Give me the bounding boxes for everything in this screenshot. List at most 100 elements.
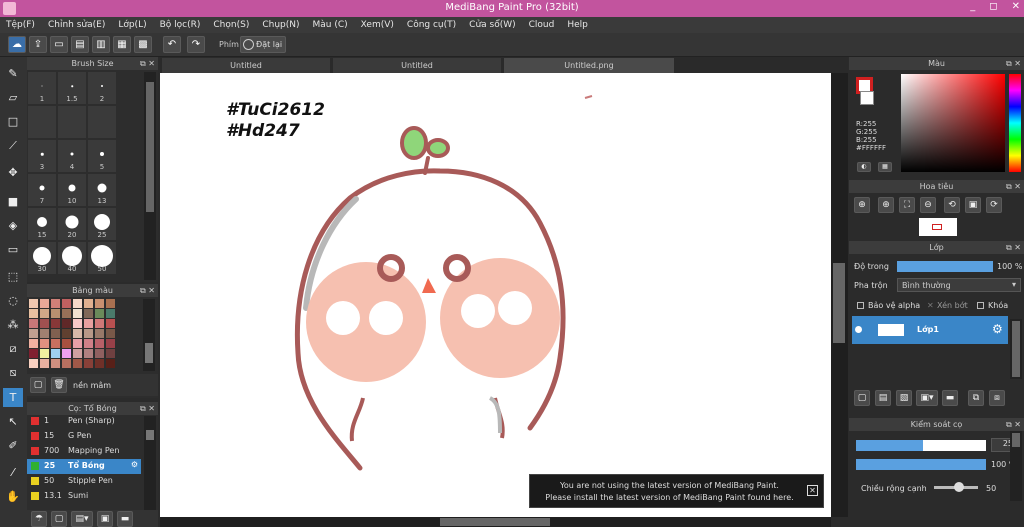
menu-snap[interactable]: Chụp(N) bbox=[262, 20, 299, 30]
brush-list-item[interactable]: 15 G Pen bbox=[27, 429, 141, 444]
brush-list-item[interactable]: 25 Tổ Bóng ⚙ bbox=[27, 459, 141, 474]
color-swatch[interactable] bbox=[62, 339, 71, 348]
brush-size-cell[interactable]: 3 bbox=[28, 140, 57, 173]
panel-close-icon[interactable]: ⧉ ✕ bbox=[1006, 241, 1021, 254]
panel-close-icon[interactable]: ⧉ ✕ bbox=[140, 402, 155, 415]
color-swatch[interactable] bbox=[29, 349, 38, 358]
trash-icon[interactable]: 🗑 bbox=[51, 377, 67, 393]
panel-close-icon[interactable]: ⧉ ✕ bbox=[1006, 180, 1021, 193]
panel-close-icon[interactable]: ⧉ ✕ bbox=[1006, 418, 1021, 431]
menu-tools[interactable]: Công cụ(T) bbox=[407, 20, 456, 30]
drawing-canvas[interactable]: #TuCi2612 #Hd247 bbox=[160, 73, 831, 517]
color-swatch[interactable] bbox=[95, 349, 104, 358]
layer-menu-icon[interactable]: ▣▾ bbox=[916, 390, 938, 406]
color-swatch[interactable] bbox=[40, 329, 49, 338]
rectangle-tool-icon[interactable]: □ bbox=[3, 112, 23, 131]
color-swatch[interactable] bbox=[84, 309, 93, 318]
cloud-icon[interactable]: ☁ bbox=[8, 36, 26, 53]
bucket-tool-icon[interactable]: ◈ bbox=[3, 216, 23, 235]
add-brush-icon[interactable]: ▢ bbox=[51, 511, 67, 527]
color-swatch[interactable] bbox=[106, 309, 115, 318]
navigator-preview[interactable] bbox=[919, 218, 957, 236]
canvas-horizontal-scrollbar[interactable] bbox=[160, 517, 831, 527]
color-swatch[interactable] bbox=[73, 359, 82, 368]
eyedropper-icon[interactable]: ⁄ bbox=[3, 463, 23, 482]
close-button[interactable]: ✕ bbox=[1012, 1, 1020, 12]
color-swatch[interactable] bbox=[106, 319, 115, 328]
fit-icon[interactable]: ⛶ bbox=[899, 197, 915, 213]
rotate-right-icon[interactable]: ⟳ bbox=[986, 197, 1002, 213]
eye-icon[interactable] bbox=[855, 326, 862, 333]
color-swatch[interactable] bbox=[62, 309, 71, 318]
maximize-button[interactable]: ◻ bbox=[989, 1, 997, 12]
color-swatch[interactable] bbox=[40, 319, 49, 328]
brush-size-cell[interactable]: 15 bbox=[28, 208, 57, 241]
color-swatch[interactable] bbox=[29, 329, 38, 338]
color-swatch[interactable] bbox=[106, 339, 115, 348]
canvas-vertical-scrollbar[interactable] bbox=[831, 73, 848, 517]
divide-tool-icon[interactable]: ✐ bbox=[3, 436, 23, 455]
brush-size-cell[interactable]: 7 bbox=[28, 174, 57, 207]
color-swatch[interactable] bbox=[62, 329, 71, 338]
brush-size-cell[interactable]: 50 bbox=[88, 242, 117, 275]
color-swatch[interactable] bbox=[40, 339, 49, 348]
brush-size-cell[interactable]: 25 bbox=[88, 208, 117, 241]
fill-shape-icon[interactable]: ■ bbox=[3, 192, 23, 211]
move-tool-icon[interactable]: ✥ bbox=[3, 163, 23, 182]
share-icon[interactable]: ⇪ bbox=[29, 36, 47, 53]
eraser-tool-icon[interactable]: ▱ bbox=[3, 88, 23, 107]
brush-tool-icon[interactable]: ✎ bbox=[3, 64, 23, 83]
brush-size-cell[interactable]: 20 bbox=[58, 208, 87, 241]
menu-window[interactable]: Cửa sổ(W) bbox=[469, 20, 515, 30]
color-swatch[interactable] bbox=[73, 349, 82, 358]
color-swatch[interactable] bbox=[40, 299, 49, 308]
brush-size-cell[interactable]: 1 bbox=[28, 72, 57, 105]
brush-size-cell[interactable]: 2 bbox=[88, 72, 117, 105]
gear-icon[interactable]: ⚙ bbox=[992, 322, 1003, 336]
menu-view[interactable]: Xem(V) bbox=[361, 20, 394, 30]
menu-filter[interactable]: Bộ lọc(R) bbox=[160, 20, 201, 30]
color-swatch[interactable] bbox=[73, 299, 82, 308]
merge-layer-icon[interactable]: ⧈ bbox=[989, 390, 1005, 406]
menu-select[interactable]: Chọn(S) bbox=[213, 20, 249, 30]
page-icon[interactable]: ▤ bbox=[71, 36, 89, 53]
brush-list-item[interactable]: 1 Pen (Sharp) bbox=[27, 414, 141, 429]
color-swatch[interactable] bbox=[73, 329, 82, 338]
update-notice[interactable]: You are not using the latest version of … bbox=[529, 474, 824, 508]
brush-size-cell[interactable]: 4 bbox=[58, 140, 87, 173]
color-swatch[interactable] bbox=[106, 329, 115, 338]
color-swatch[interactable] bbox=[95, 299, 104, 308]
zoom-out-icon[interactable]: ⊖ bbox=[920, 197, 936, 213]
color-swatch[interactable] bbox=[51, 309, 60, 318]
grid-icon[interactable]: ▩ bbox=[134, 36, 152, 53]
edge-width-slider[interactable] bbox=[934, 482, 978, 492]
palette-scrollbar[interactable] bbox=[143, 299, 155, 371]
tab-untitled-1[interactable]: Untitled bbox=[162, 58, 330, 73]
brush-list-item[interactable]: 13.1 Sumi bbox=[27, 489, 141, 504]
brush-size-cell[interactable] bbox=[88, 106, 117, 139]
rotate-left-icon[interactable]: ⟲ bbox=[944, 197, 960, 213]
color-swatch[interactable] bbox=[62, 319, 71, 328]
clipping-icon[interactable]: ✕ bbox=[927, 301, 934, 310]
add-page-icon[interactable]: ▤ bbox=[875, 390, 891, 406]
panel-close-icon[interactable]: ⧉ ✕ bbox=[1006, 57, 1021, 70]
redo-icon[interactable]: ↷ bbox=[187, 36, 205, 53]
color-swatch[interactable] bbox=[40, 359, 49, 368]
brush-control-scrollbar[interactable] bbox=[1010, 431, 1022, 501]
color-swatch[interactable] bbox=[62, 359, 71, 368]
new-page-icon[interactable]: ▢ bbox=[30, 377, 46, 393]
color-swatch[interactable] bbox=[84, 349, 93, 358]
brush-list-scrollbar[interactable] bbox=[144, 416, 156, 510]
color-swatch[interactable] bbox=[73, 309, 82, 318]
color-swatch[interactable] bbox=[29, 359, 38, 368]
menu-cloud[interactable]: Cloud bbox=[529, 20, 555, 30]
layer-opacity-slider[interactable] bbox=[897, 261, 993, 272]
color-swatch[interactable] bbox=[51, 299, 60, 308]
gear-icon[interactable]: ⚙ bbox=[131, 460, 138, 469]
tab-untitled-2[interactable]: Untitled bbox=[333, 58, 501, 73]
color-swatch[interactable] bbox=[84, 329, 93, 338]
magic-wand-icon[interactable]: ⁂ bbox=[3, 315, 23, 334]
color-swatch[interactable] bbox=[84, 339, 93, 348]
select-rect-icon[interactable]: ⬚ bbox=[3, 267, 23, 286]
color-swatch[interactable] bbox=[62, 349, 71, 358]
